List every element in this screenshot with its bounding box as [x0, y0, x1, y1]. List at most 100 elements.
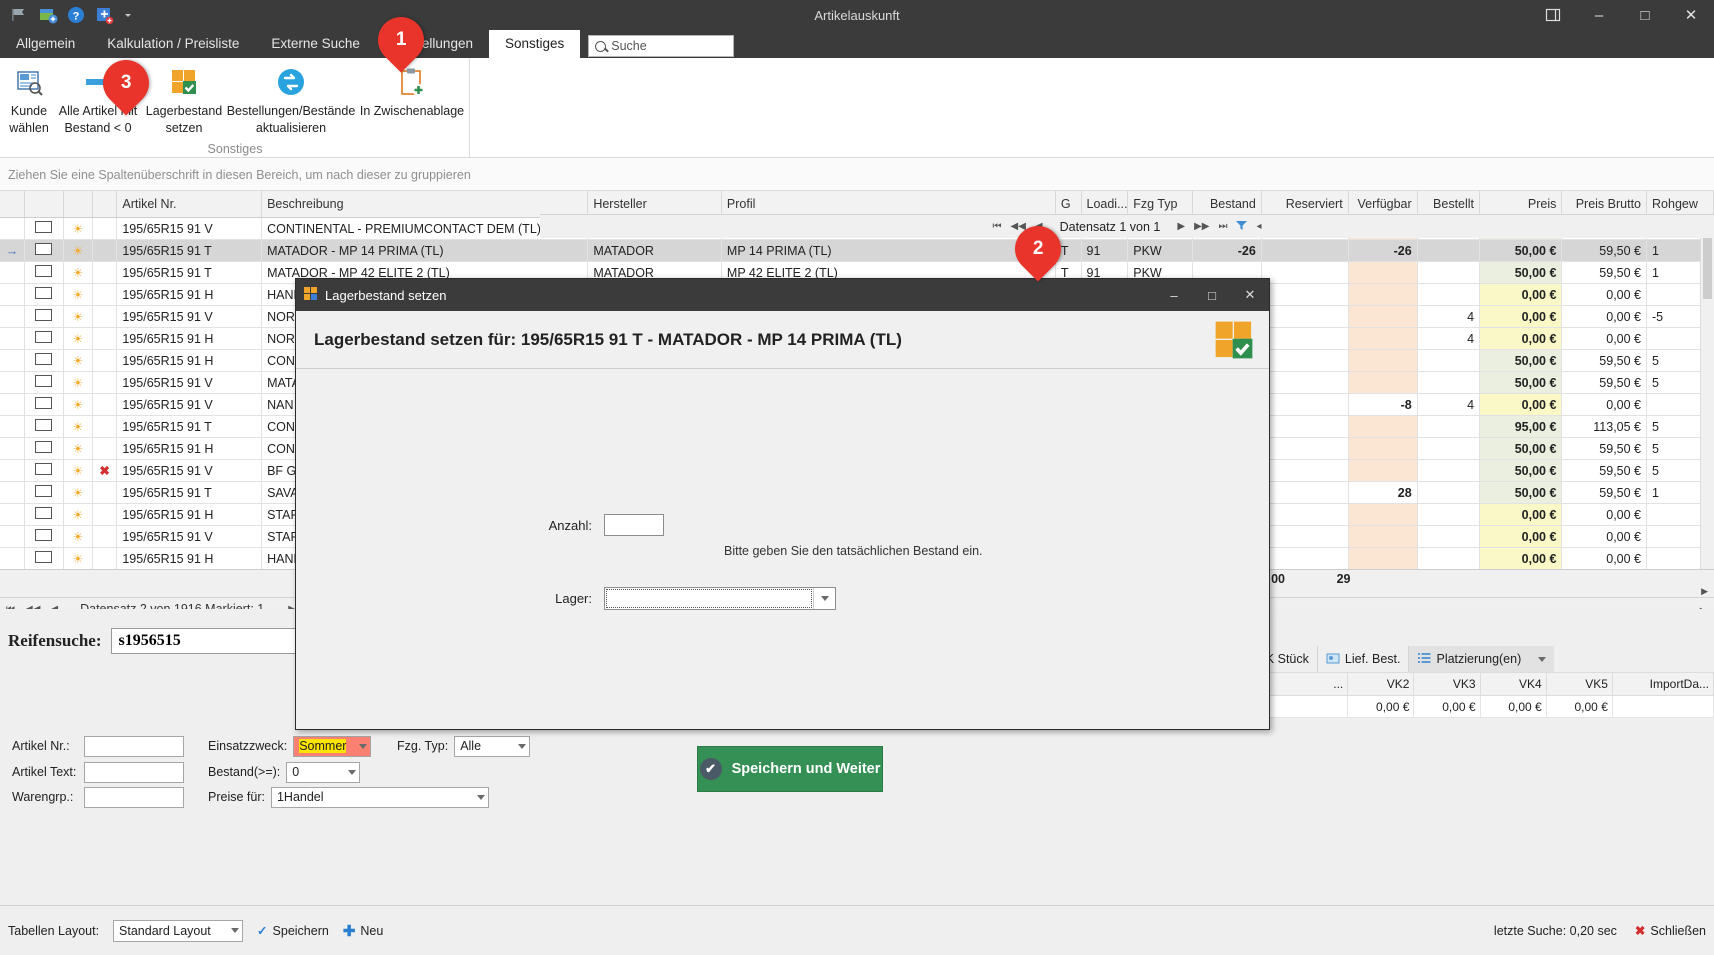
right-pane-navigator: ⏮ ◀◀ ◀ Datensatz 1 von 1 ▶ ▶▶ ⏭ ◂ — [540, 214, 1714, 238]
dialog-app-icon — [304, 286, 318, 304]
row-checkbox[interactable] — [24, 481, 64, 504]
lager-select[interactable] — [604, 587, 836, 610]
speichern-button[interactable]: ✓ Speichern — [257, 923, 329, 939]
einsatzzweck-select[interactable]: Sommer — [293, 735, 372, 757]
rnav-next-icon[interactable]: ▶ — [1177, 221, 1185, 232]
tab-platzierung[interactable]: Platzierung(en) — [1408, 646, 1555, 672]
cell-reserviert — [1261, 459, 1349, 482]
row-checkbox[interactable] — [24, 459, 64, 482]
row-checkbox[interactable] — [24, 217, 64, 240]
first-aid-icon[interactable] — [94, 5, 114, 25]
cell-artikel-nr: 195/65R15 91 V — [116, 371, 263, 394]
callout-2-number: 2 — [1032, 238, 1044, 260]
fzg-typ-select[interactable]: Alle — [454, 735, 531, 757]
row-checkbox[interactable] — [24, 327, 64, 350]
refresh-sync-icon — [224, 62, 358, 102]
cell-preis: 0,00 € — [1479, 305, 1563, 328]
cell-fzg-typ: PKW — [1127, 239, 1193, 262]
tab-lief-best[interactable]: Lief. Best. — [1316, 646, 1409, 672]
row-flag-icon — [92, 217, 118, 240]
cell-preis-brutto: 0,00 € — [1561, 327, 1648, 350]
dialog-close-button[interactable]: ✕ — [1231, 279, 1269, 311]
row-flag-icon — [92, 371, 118, 394]
restore-panel-icon[interactable] — [1530, 0, 1576, 30]
neu-button[interactable]: ✚ Neu — [343, 922, 384, 940]
artikel-text-input[interactable] — [84, 761, 184, 783]
row-indicator — [0, 547, 25, 569]
row-checkbox[interactable] — [24, 415, 64, 438]
search-icon — [595, 40, 607, 52]
scroll-thumb[interactable] — [1703, 229, 1712, 299]
cell-artikel-nr: 195/65R15 91 H — [116, 547, 263, 569]
row-checkbox[interactable] — [24, 547, 64, 569]
row-checkbox[interactable] — [24, 371, 64, 394]
cell-preis: 50,00 € — [1479, 261, 1563, 284]
table-row[interactable]: 0,00 € 0,00 € 0,00 € 0,00 € — [1244, 695, 1714, 718]
ribbon-button-in-zwischenablage[interactable]: In Zwischenablage — [358, 62, 466, 119]
tab-externe-suche[interactable]: Externe Suche — [255, 30, 376, 58]
col-artikel-nr[interactable]: Artikel Nr. — [116, 191, 263, 218]
rnav-next-page-icon[interactable]: ▶▶ — [1194, 221, 1209, 232]
rnav-last-icon[interactable]: ⏭ — [1218, 221, 1227, 232]
row-checkbox[interactable] — [24, 503, 64, 526]
rnav-expand-icon[interactable]: ◂ — [1256, 221, 1261, 232]
reifensuche-label: Reifensuche: — [8, 631, 102, 650]
bestand-select[interactable]: 0 — [286, 761, 361, 783]
warengrp-input[interactable] — [84, 786, 184, 808]
vk-cell-vk3: 0,00 € — [1413, 695, 1481, 718]
ribbon-search-box[interactable]: Suche — [588, 35, 735, 57]
artikel-nr-input[interactable] — [84, 735, 184, 757]
cell-verfuegbar — [1348, 327, 1418, 350]
maximize-button[interactable]: □ — [1622, 0, 1668, 30]
tab-allgemein[interactable]: Allgemein — [0, 30, 91, 58]
col-beschreibung[interactable]: Beschreibung — [261, 191, 589, 218]
chevron-down-icon[interactable] — [813, 588, 835, 609]
filter-funnel-icon[interactable] — [1236, 220, 1248, 234]
rnav-first-icon[interactable]: ⏮ — [993, 221, 1002, 232]
anzahl-input[interactable] — [604, 514, 664, 536]
help-icon[interactable]: ? — [66, 5, 86, 25]
cell-artikel-nr: 195/65R15 91 V — [116, 393, 263, 416]
group-by-bar[interactable]: Ziehen Sie eine Spaltenüberschrift in di… — [0, 159, 1714, 191]
filter-form: Artikel Nr.: Einsatzzweck: Sommer Fzg. T… — [0, 733, 540, 823]
row-checkbox[interactable] — [24, 239, 64, 262]
dialog-maximize-button[interactable]: □ — [1193, 279, 1231, 311]
cell-reserviert — [1261, 393, 1349, 416]
tab-kalkulation-preisliste[interactable]: Kalkulation / Preisliste — [91, 30, 255, 58]
row-checkbox[interactable] — [24, 349, 64, 372]
cell-reserviert — [1261, 371, 1349, 394]
row-indicator — [0, 393, 25, 416]
cell-profil: MP 14 PRIMA (TL) — [721, 239, 1056, 262]
grid-vertical-scrollbar[interactable]: ▲ — [1700, 217, 1714, 569]
table-row[interactable]: → ☀ 195/65R15 91 T MATADOR - MP 14 PRIMA (T… — [0, 239, 1714, 262]
callout-3: 3 — [93, 50, 159, 116]
chevron-down-icon[interactable] — [1538, 656, 1547, 662]
add-map-icon[interactable] — [38, 5, 58, 25]
dialog-minimize-button[interactable]: – — [1155, 279, 1193, 311]
row-checkbox[interactable] — [24, 437, 64, 460]
schliessen-button[interactable]: ✖ Schließen — [1635, 923, 1706, 939]
cell-reserviert — [1261, 525, 1349, 548]
cell-preis-brutto: 59,50 € — [1561, 261, 1648, 284]
ribbon-button-lagerbestand-setzen[interactable]: Lagerbestand setzen — [144, 62, 224, 136]
group-by-hint: Ziehen Sie eine Spaltenüberschrift in di… — [8, 167, 471, 182]
minimize-button[interactable]: – — [1576, 0, 1622, 30]
ribbon-button-kunde-waehlen[interactable]: Kunde wählen — [2, 62, 56, 136]
row-checkbox[interactable] — [24, 283, 64, 306]
speichern-und-weiter-button[interactable]: ✔ Speichern und Weiter — [697, 746, 883, 792]
ribbon-button-bestellungen-aktualisieren[interactable]: Bestellungen/Bestände aktualisieren — [224, 62, 358, 136]
chevron-down-icon[interactable] — [122, 5, 134, 25]
bestellungen-label-1: Bestellungen/Bestände — [226, 104, 356, 118]
close-button[interactable]: ✕ — [1668, 0, 1714, 30]
tabellen-layout-select[interactable]: Standard Layout — [113, 919, 244, 942]
tab-sonstiges[interactable]: Sonstiges — [488, 30, 581, 58]
horizontal-scroll-right-arrow[interactable]: ▶ — [1701, 586, 1708, 597]
cell-preis-brutto: 0,00 € — [1561, 547, 1648, 569]
row-checkbox[interactable] — [24, 261, 64, 284]
row-checkbox[interactable] — [24, 393, 64, 416]
row-checkbox[interactable] — [24, 525, 64, 548]
preise-fuer-select[interactable]: 1Handel — [270, 786, 489, 808]
row-checkbox[interactable] — [24, 305, 64, 328]
cell-bestellt — [1417, 525, 1481, 548]
flag-icon[interactable] — [10, 5, 30, 25]
